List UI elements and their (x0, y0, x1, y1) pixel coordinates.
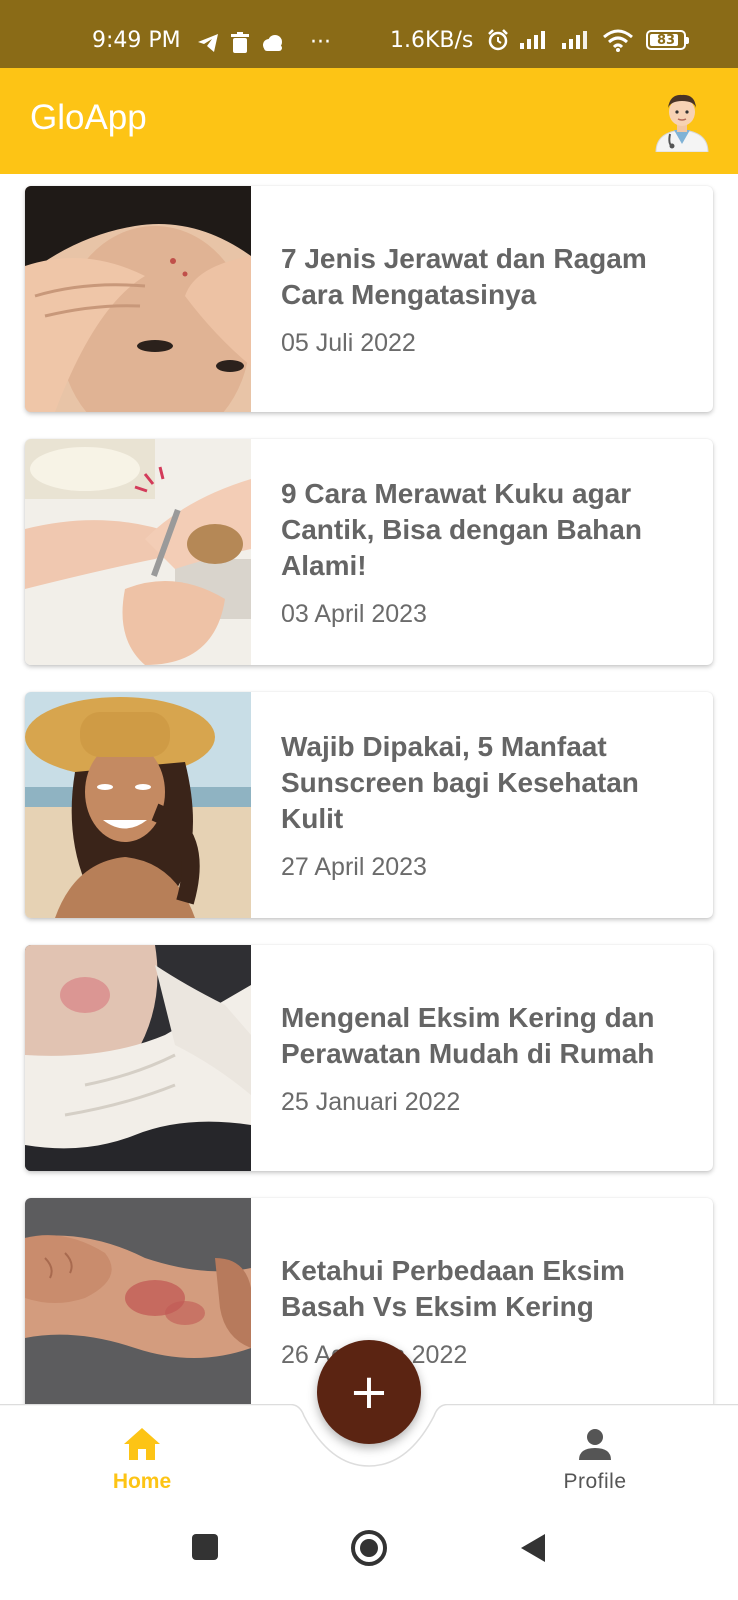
alarm-icon (488, 29, 508, 51)
recent-apps-icon[interactable] (190, 1532, 220, 1562)
home-system-icon[interactable] (349, 1528, 389, 1568)
system-navigation-bar (0, 1510, 738, 1600)
network-speed: 1.6KB/s (390, 28, 474, 53)
article-title: 9 Cara Merawat Kuku agar Cantik, Bisa de… (281, 477, 642, 581)
article-date: 27 April 2023 (281, 852, 427, 881)
article-card[interactable]: Mengenal Eksim Kering dan Perawatan Muda… (25, 945, 713, 1171)
article-title: Wajib Dipakai, 5 Manfaat Sunscreen bagi … (281, 730, 639, 834)
app-title: GloApp (30, 98, 147, 137)
nav-home-label: Home (112, 1470, 172, 1493)
article-title: Mengenal Eksim Kering dan Perawatan Muda… (281, 1001, 655, 1069)
home-icon (124, 1428, 160, 1460)
article-content: Wajib Dipakai, 5 Manfaat Sunscreen bagi … (281, 692, 693, 918)
person-icon (579, 1429, 611, 1460)
system-icons: 83 (486, 28, 689, 52)
back-icon[interactable] (517, 1532, 547, 1564)
article-card[interactable]: Wajib Dipakai, 5 Manfaat Sunscreen bagi … (25, 692, 713, 918)
article-content: 7 Jenis Jerawat dan Ragam Cara Mengatasi… (281, 186, 693, 412)
article-card[interactable]: 9 Cara Merawat Kuku agar Cantik, Bisa de… (25, 439, 713, 665)
article-thumbnail-eczema-dry (25, 945, 251, 1171)
article-thumbnail-nails (25, 439, 251, 665)
article-date: 25 Januari 2022 (281, 1087, 461, 1116)
article-title: 7 Jenis Jerawat dan Ragam Cara Mengatasi… (281, 242, 647, 310)
battery-icon: 83 (646, 30, 689, 50)
status-bar: 9:49 PM ··· 1.6KB/s 83 (0, 0, 738, 68)
article-thumbnail-sunscreen (25, 692, 251, 918)
signal-icon-1 (520, 31, 545, 49)
nav-profile-label: Profile (563, 1470, 627, 1493)
app-bar: GloApp (0, 68, 738, 174)
signal-icon-2 (562, 31, 587, 49)
article-title: Ketahui Perbedaan Eksim Basah Vs Eksim K… (281, 1254, 625, 1322)
cloud-icon (263, 34, 282, 51)
article-date: 05 Juli 2022 (281, 328, 416, 357)
nav-profile[interactable]: Profile (515, 1426, 675, 1494)
more-notifications: ··· (310, 30, 331, 55)
doctor-avatar-icon[interactable] (650, 88, 714, 152)
add-article-button[interactable]: + (317, 1340, 421, 1444)
plus-icon: + (348, 1364, 390, 1420)
article-thumbnail-acne (25, 186, 251, 412)
status-time: 9:49 PM (92, 28, 181, 53)
trash-icon (231, 31, 249, 53)
telegram-icon (198, 33, 218, 52)
article-date: 03 April 2023 (281, 599, 427, 628)
nav-home[interactable]: Home (62, 1426, 222, 1494)
notification-icons: ··· (196, 30, 331, 55)
article-content: 9 Cara Merawat Kuku agar Cantik, Bisa de… (281, 439, 693, 665)
article-content: Mengenal Eksim Kering dan Perawatan Muda… (281, 945, 693, 1171)
battery-level: 83 (656, 32, 676, 48)
wifi-icon (603, 29, 633, 52)
article-thumbnail-eczema-wet (25, 1198, 251, 1424)
article-card[interactable]: 7 Jenis Jerawat dan Ragam Cara Mengatasi… (25, 186, 713, 412)
